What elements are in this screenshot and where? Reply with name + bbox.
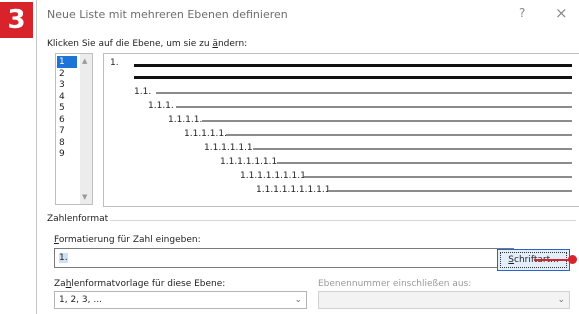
callout-line	[534, 259, 569, 261]
number-format-section-title: Zahlenformat	[47, 214, 109, 224]
preview-level-line	[277, 162, 572, 164]
preview-level-label: 1.1.1.1.1.1.1.1.1.	[256, 185, 334, 195]
preview-level-line	[176, 106, 572, 108]
preview-separator-line	[134, 64, 572, 67]
level-list-item[interactable]: 6	[57, 114, 77, 126]
preview-separator-line	[134, 76, 572, 79]
level-list-item[interactable]: 4	[57, 91, 77, 103]
number-style-select[interactable]: 1, 2, 3, ... ⌄	[54, 291, 307, 309]
help-button[interactable]: ?	[519, 6, 525, 20]
preview-level-line	[226, 134, 572, 136]
level-list-item[interactable]: 5	[57, 102, 77, 114]
chevron-down-icon[interactable]: ⌄	[557, 295, 565, 305]
list-preview: 1. 1.1. 1.1.1. 1.1.1.1. 1.1.1.1.1. 1.1.1.1.1.…	[103, 53, 579, 207]
title-bar: Neue Liste mit mehreren Ebenen definiere…	[37, 0, 579, 30]
preview-level-label: 1.1.1.1.1.	[184, 129, 227, 139]
preview-level-label: 1.1.1.1.1.1.1.	[220, 157, 281, 167]
level-list-item[interactable]: 2	[57, 68, 77, 80]
preview-level-line	[304, 176, 572, 178]
number-format-input[interactable]: 1.	[54, 248, 514, 268]
preview-level-line	[156, 92, 572, 94]
preview-level-label: 1.	[110, 58, 119, 68]
section-divider	[110, 220, 576, 221]
close-button[interactable]: ×	[555, 4, 568, 22]
level-list-scrollbar[interactable]: ▲ ▼	[80, 54, 92, 204]
level-list-item[interactable]: 8	[57, 137, 77, 149]
number-style-value: 1, 2, 3, ...	[59, 295, 102, 305]
preview-level-label: 1.1.1.1.1.1.1.1.	[240, 171, 309, 181]
dialog-title: Neue Liste mit mehreren Ebenen definiere…	[47, 8, 288, 21]
level-list[interactable]: ▲ ▼ 123456789	[55, 53, 93, 205]
scroll-up-icon[interactable]: ▲	[82, 57, 87, 65]
number-style-label: Zahlenformatvorlage für diese Ebene:	[54, 279, 225, 289]
chevron-down-icon[interactable]: ⌄	[294, 295, 302, 305]
level-list-item[interactable]: 3	[57, 79, 77, 91]
include-level-select[interactable]: ⌄	[318, 291, 570, 309]
level-list-item[interactable]: 7	[57, 125, 77, 137]
style-label-text-2: lenformatvorlage für diese Ebene:	[71, 279, 226, 289]
preview-level-line	[202, 120, 572, 122]
level-instruction-label: Klicken Sie auf die Ebene, um sie zu änd…	[47, 39, 247, 49]
format-label-text: ormatierung für Zahl eingeben:	[58, 235, 201, 245]
preview-level-label: 1.1.1.1.1.1.	[204, 143, 256, 153]
scroll-down-icon[interactable]: ▼	[82, 193, 87, 201]
include-level-label: Ebenennummer einschließen aus:	[318, 279, 472, 289]
preview-level-label: 1.1.1.1.	[168, 115, 203, 125]
number-format-value: 1.	[59, 253, 68, 263]
preview-level-label: 1.1.1.	[148, 101, 174, 111]
callout-dot	[568, 255, 577, 264]
preview-level-label: 1.1.	[134, 87, 152, 97]
define-multilevel-list-dialog: Neue Liste mit mehreren Ebenen definiere…	[36, 0, 579, 314]
preview-level-line	[253, 148, 572, 150]
preview-level-line	[328, 190, 572, 192]
level-list-item[interactable]: 1	[57, 56, 77, 68]
step-badge: 3	[0, 2, 33, 38]
style-label-text-1: Za	[54, 279, 66, 289]
format-input-label: Formatierung für Zahl eingeben:	[54, 235, 201, 245]
level-list-item[interactable]: 9	[57, 148, 77, 160]
instruction-text-1: Klicken Sie auf die Ebene, um sie zu	[47, 39, 213, 49]
instruction-text-2: ndern:	[217, 39, 248, 49]
